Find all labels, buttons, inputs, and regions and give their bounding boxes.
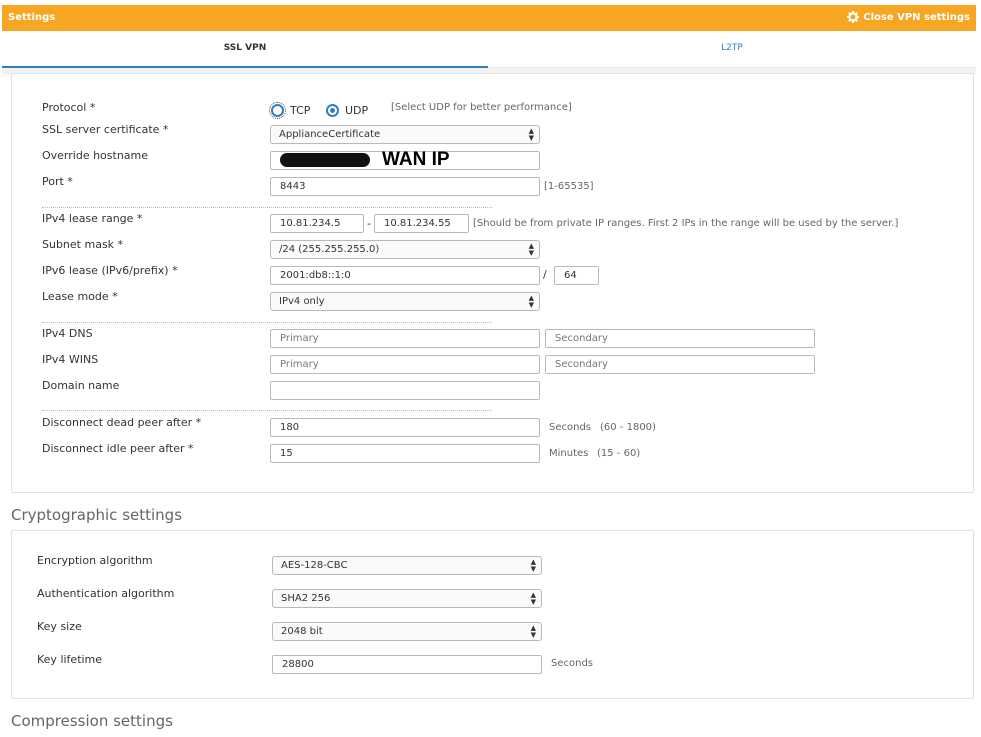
key-size-value: 2048 bit [281,626,323,637]
crypto-section-title: Cryptographic settings [11,506,183,524]
chevron-updown-icon: ▲ ▼ [528,294,534,309]
subnet-mask-label: Subnet mask * [42,238,124,251]
udp-label: UDP [345,104,369,117]
authentication-select[interactable]: SHA2 256 ▲ ▼ [272,589,542,608]
redaction-mark [280,153,370,167]
ipv6-prefix-input[interactable]: 64 [554,266,599,285]
protocol-hint: [Select UDP for better performance] [391,102,572,113]
tab-l2tp[interactable]: L2TP [488,31,976,68]
wins-secondary-input[interactable]: Secondary [545,355,815,374]
key-size-select[interactable]: 2048 bit ▲ ▼ [272,622,542,641]
close-vpn-settings-button[interactable]: Close VPN settings [847,11,970,23]
ipv4-lease-label: IPv4 lease range * [42,212,143,225]
dead-peer-range: (60 - 1800) [600,422,656,433]
dead-peer-input[interactable]: 180 [270,418,540,437]
encryption-label: Encryption algorithm [37,554,153,567]
key-lifetime-unit: Seconds [551,658,594,669]
wins-primary-input[interactable]: Primary [270,355,540,374]
wan-ip-annotation: WAN IP [382,149,450,170]
ipv4-wins-label: IPv4 WINS [42,353,99,366]
override-hostname-label: Override hostname [42,149,149,162]
separator [42,410,492,411]
chevron-updown-icon: ▲ ▼ [530,558,536,573]
encryption-value: AES-128-CBC [281,560,348,571]
dead-peer-unit: Seconds [549,422,592,433]
tab-ssl-vpn[interactable]: SSL VPN [2,31,488,68]
dns-primary-input[interactable]: Primary [270,329,540,348]
vpn-tabs: SSL VPN L2TP [2,31,976,68]
domain-name-input[interactable] [270,381,540,400]
ipv4-lease-hint: [Should be from private IP ranges. First… [473,218,899,229]
lease-mode-value: IPv4 only [279,296,325,307]
idle-peer-range: (15 - 60) [597,448,641,459]
protocol-label: Protocol * [42,101,96,114]
separator [42,322,492,323]
encryption-select[interactable]: AES-128-CBC ▲ ▼ [272,556,542,575]
settings-header: Settings Close VPN settings [2,5,976,31]
idle-peer-input[interactable]: 15 [270,444,540,463]
tcp-label: TCP [290,104,311,117]
port-hint: [1-65535] [544,181,594,192]
dns-secondary-input[interactable]: Secondary [545,329,815,348]
ssl-cert-select[interactable]: ApplianceCertificate ▲ ▼ [270,125,540,144]
lease-mode-select[interactable]: IPv4 only ▲ ▼ [270,292,540,311]
chevron-updown-icon: ▲ ▼ [528,127,534,142]
udp-radio[interactable] [326,104,339,117]
idle-peer-unit: Minutes [549,448,589,459]
ssl-cert-value: ApplianceCertificate [279,129,381,140]
key-lifetime-label: Key lifetime [37,653,103,666]
prefix-slash: / [543,268,547,281]
ipv4-dns-label: IPv4 DNS [42,327,93,340]
separator [42,207,492,208]
key-lifetime-input[interactable]: 28800 [272,655,542,674]
port-label: Port * [42,175,73,188]
subnet-mask-select[interactable]: /24 (255.255.255.0) ▲ ▼ [270,240,540,259]
ipv6-lease-input[interactable]: 2001:db8::1:0 [270,266,540,285]
ipv6-lease-label: IPv6 lease (IPv6/prefix) * [42,264,178,277]
header-title: Settings [8,12,56,23]
key-size-label: Key size [37,620,82,633]
tcp-radio[interactable] [269,102,286,119]
authentication-label: Authentication algorithm [37,587,175,600]
port-input[interactable]: 8443 [270,177,540,196]
close-vpn-settings-label: Close VPN settings [863,11,970,23]
chevron-updown-icon: ▲ ▼ [530,591,536,606]
ipv4-lease-start-input[interactable]: 10.81.234.5 [270,214,364,233]
range-dash: - [367,217,371,230]
subnet-mask-value: /24 (255.255.255.0) [279,244,380,255]
ssl-cert-label: SSL server certificate * [42,123,169,136]
gear-icon [847,11,860,23]
domain-name-label: Domain name [42,379,120,392]
dead-peer-label: Disconnect dead peer after * [42,416,202,429]
compression-section-title: Compression settings [11,712,173,730]
chevron-updown-icon: ▲ ▼ [530,624,536,639]
idle-peer-label: Disconnect idle peer after * [42,442,194,455]
lease-mode-label: Lease mode * [42,290,118,303]
ipv4-lease-end-input[interactable]: 10.81.234.55 [374,214,469,233]
chevron-updown-icon: ▲ ▼ [528,242,534,257]
authentication-value: SHA2 256 [281,593,331,604]
